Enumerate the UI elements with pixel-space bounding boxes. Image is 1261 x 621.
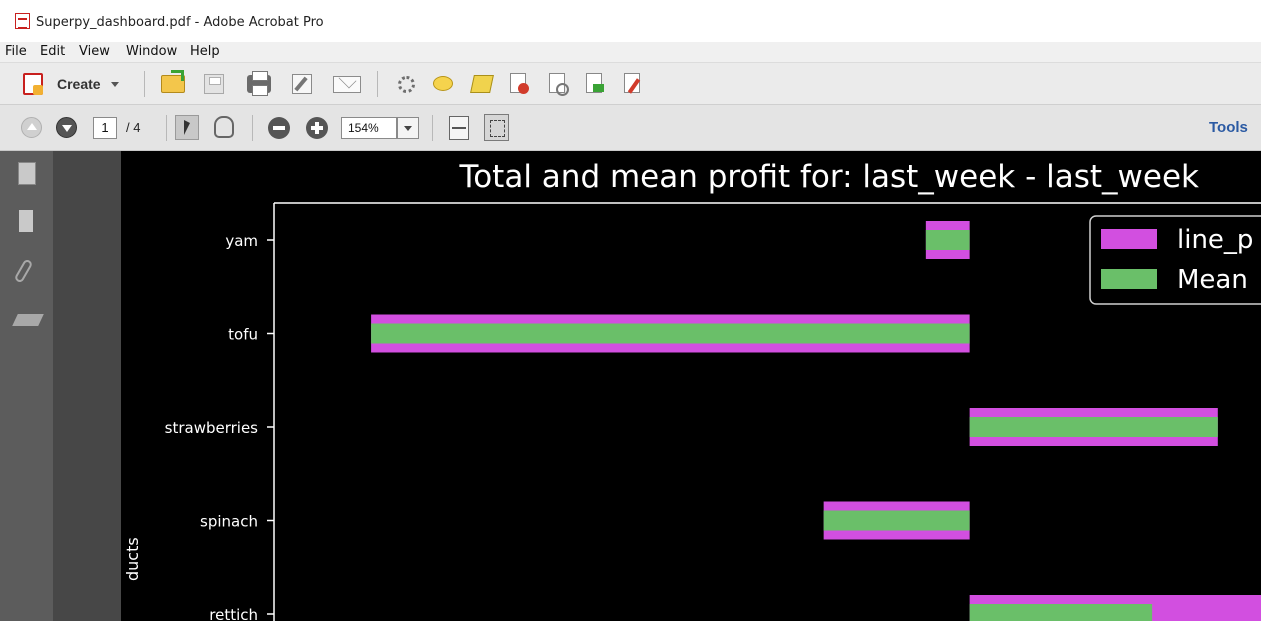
bar-strawberries-Mean [969, 417, 1218, 437]
zoom-dropdown-icon[interactable] [397, 117, 419, 139]
highlight-icon[interactable] [470, 75, 494, 93]
page-total: / 4 [126, 120, 141, 135]
delete-icon[interactable] [510, 73, 529, 94]
main-toolbar: Create [0, 63, 1261, 105]
create-button[interactable]: Create [57, 76, 101, 92]
bookmarks-icon[interactable] [19, 210, 33, 232]
save-icon[interactable] [204, 74, 224, 94]
menu-help[interactable]: Help [190, 44, 220, 59]
pages-icon[interactable] [18, 162, 36, 185]
menu-view[interactable]: View [79, 44, 110, 59]
toolbar-divider [166, 115, 167, 141]
menu-window[interactable]: Window [126, 44, 177, 59]
fit-width-icon[interactable] [449, 116, 469, 140]
document-gutter [53, 151, 121, 621]
title-bar: Superpy_dashboard.pdf - Adobe Acrobat Pr… [0, 0, 1261, 42]
menu-file[interactable]: File [5, 44, 27, 59]
toolbar-divider [377, 71, 378, 97]
page-number-input[interactable]: 1 [93, 117, 117, 139]
review-icon[interactable] [549, 73, 569, 96]
toolbar-divider [144, 71, 145, 97]
bar-yam-Mean [925, 230, 970, 250]
toolbar-divider [432, 115, 433, 141]
comment-icon[interactable] [433, 76, 453, 91]
export-icon[interactable] [586, 73, 604, 93]
sign-icon[interactable] [624, 73, 641, 94]
navigation-pane [0, 151, 53, 621]
pdf-file-icon [15, 13, 30, 29]
legend-swatch-Mean [1101, 269, 1157, 289]
document-view: Total and mean profit for: last_week - l… [121, 151, 1261, 621]
select-cursor-icon[interactable] [175, 115, 199, 140]
bar-rettich-Mean [969, 604, 1153, 621]
zoom-out-icon[interactable] [268, 117, 290, 139]
open-icon[interactable] [161, 70, 185, 93]
edit-icon[interactable] [292, 74, 312, 94]
ytick-label-rettich: rettich [209, 606, 258, 621]
print-icon[interactable] [247, 71, 271, 96]
attachments-icon[interactable] [13, 258, 34, 284]
fit-page-icon[interactable] [484, 114, 509, 141]
email-icon[interactable] [333, 70, 361, 93]
legend-swatch-line_p [1101, 229, 1157, 249]
menu-edit[interactable]: Edit [40, 44, 65, 59]
ytick-label-spinach: spinach [200, 513, 258, 531]
legend-label-line_p: line_p [1177, 225, 1253, 255]
create-dropdown-icon[interactable] [111, 82, 119, 87]
next-page-icon[interactable] [56, 117, 77, 138]
create-pdf-icon[interactable] [23, 73, 43, 95]
bar-tofu-Mean [371, 323, 970, 344]
signatures-icon[interactable] [12, 314, 44, 326]
bar-spinach-Mean [823, 510, 970, 531]
previous-page-icon[interactable] [21, 117, 42, 138]
settings-icon[interactable] [398, 76, 415, 93]
bar-chart: yam tofu strawberries spinach rettich line_p M… [165, 202, 1261, 621]
toolbar-divider [252, 115, 253, 141]
ytick-label-tofu: tofu [228, 326, 258, 344]
tools-link[interactable]: Tools [1209, 119, 1248, 136]
ytick-label-strawberries: strawberries [165, 419, 259, 437]
zoom-in-icon[interactable] [306, 117, 328, 139]
window-title: Superpy_dashboard.pdf - Adobe Acrobat Pr… [36, 15, 324, 30]
legend-label-Mean: Mean [1177, 265, 1248, 295]
zoom-input[interactable]: 154% [341, 117, 397, 139]
hand-tool-icon[interactable] [214, 116, 234, 138]
ytick-label-yam: yam [225, 232, 258, 250]
menu-bar: File Edit View Window Help [0, 42, 1261, 63]
